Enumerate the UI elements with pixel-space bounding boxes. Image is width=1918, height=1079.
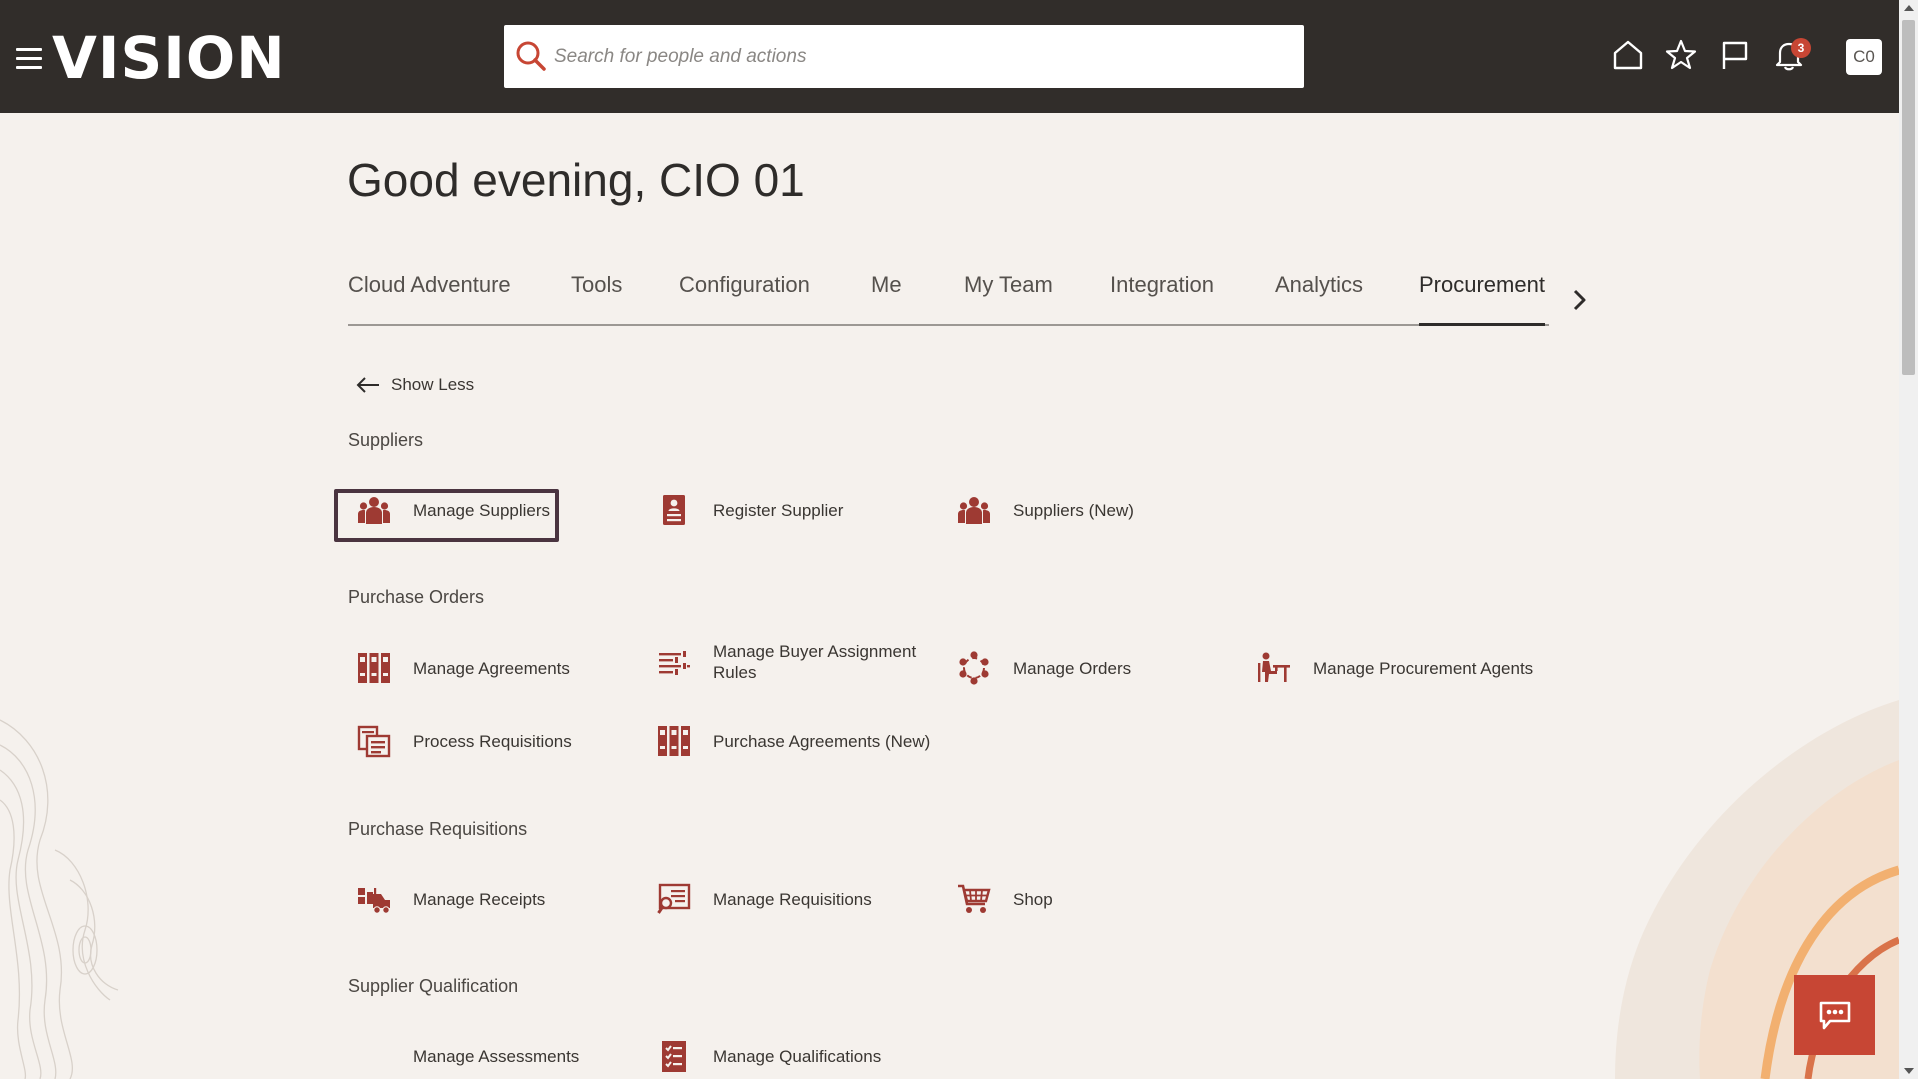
- item-manage-buyer-assignment-rules[interactable]: Manage Buyer Assignment Rules: [657, 641, 943, 683]
- supplier-group-icon: [358, 497, 390, 524]
- tab-configuration[interactable]: Configuration: [679, 272, 810, 325]
- search-input[interactable]: [554, 25, 1294, 88]
- item-label: Process Requisitions: [413, 731, 572, 751]
- tab-bar: Cloud Adventure Tools Configuration Me M…: [348, 272, 1548, 327]
- order-cycle-icon: [959, 651, 989, 685]
- item-manage-agreements[interactable]: Manage Agreements: [357, 651, 570, 685]
- binders-icon: [358, 653, 390, 683]
- section-title-purchase-requisitions: Purchase Requisitions: [348, 819, 528, 839]
- search-box[interactable]: [504, 25, 1304, 88]
- arrow-left-icon: [356, 377, 379, 393]
- section-title-supplier-qualification: Supplier Qualification: [348, 976, 519, 996]
- notification-count-badge: 3: [1791, 38, 1811, 58]
- flag-icon[interactable]: [1718, 38, 1752, 72]
- item-process-requisitions[interactable]: Process Requisitions: [357, 724, 572, 758]
- agent-desk-icon: [1258, 652, 1290, 682]
- checklist-icon: [662, 1041, 686, 1072]
- page-greeting: Good evening, CIO 01: [347, 154, 805, 206]
- chat-assistant-button[interactable]: [1794, 975, 1875, 1055]
- section-title-purchase-orders: Purchase Orders: [348, 587, 485, 607]
- shopping-cart-icon: [958, 884, 991, 913]
- item-label: Manage Qualifications: [713, 1046, 882, 1066]
- favorites-star-icon[interactable]: [1664, 38, 1698, 72]
- top-bar: VISION 3 C0: [0, 0, 1899, 113]
- item-shop[interactable]: Shop: [957, 882, 1053, 916]
- show-less-label: Show Less: [391, 375, 475, 394]
- rules-sliders-icon: [659, 651, 690, 675]
- tab-analytics[interactable]: Analytics: [1275, 272, 1363, 325]
- item-suppliers-new[interactable]: Suppliers (New): [957, 493, 1134, 527]
- item-label: Manage Requisitions: [713, 889, 872, 909]
- binders-icon: [658, 726, 690, 756]
- item-label: Manage Procurement Agents: [1313, 658, 1534, 678]
- item-manage-qualifications[interactable]: Manage Qualifications: [657, 1039, 881, 1073]
- item-manage-receipts[interactable]: Manage Receipts: [357, 882, 545, 916]
- tab-my-team[interactable]: My Team: [964, 272, 1053, 325]
- item-label: Manage Orders: [1013, 658, 1132, 678]
- vision-logo[interactable]: VISION: [52, 24, 286, 92]
- tab-procurement[interactable]: Procurement: [1419, 272, 1545, 326]
- item-label: Register Supplier: [713, 500, 844, 520]
- tab-me[interactable]: Me: [871, 272, 902, 325]
- item-label: Manage Agreements: [413, 658, 570, 678]
- item-label: Shop: [1013, 889, 1053, 909]
- home-icon[interactable]: [1611, 38, 1645, 72]
- item-label: Manage Assessments: [413, 1046, 580, 1066]
- item-label: Manage Receipts: [413, 889, 546, 909]
- search-icon: [516, 41, 546, 71]
- section-title-suppliers: Suppliers: [348, 430, 424, 450]
- tab-integration[interactable]: Integration: [1110, 272, 1214, 325]
- tab-cloud-adventure[interactable]: Cloud Adventure: [348, 272, 511, 325]
- item-manage-assessments[interactable]: Manage Assessments: [357, 1039, 579, 1073]
- scrollbar-thumb[interactable]: [1902, 20, 1915, 375]
- wood-grain-decoration: [0, 719, 119, 1079]
- tab-tools[interactable]: Tools: [571, 272, 622, 325]
- item-manage-procurement-agents[interactable]: Manage Procurement Agents: [1257, 651, 1533, 685]
- page-scrollbar[interactable]: [1899, 0, 1918, 1079]
- scroll-down-arrow-icon[interactable]: [1904, 1068, 1914, 1074]
- chat-bubble-icon: [1819, 1001, 1851, 1030]
- register-badge-icon: [663, 495, 685, 525]
- show-less-link[interactable]: Show Less: [355, 372, 474, 398]
- requisition-documents-icon: [357, 725, 391, 758]
- supplier-group-icon: [958, 497, 990, 524]
- item-manage-requisitions[interactable]: Manage Requisitions: [657, 882, 872, 916]
- item-register-supplier[interactable]: Register Supplier: [657, 493, 843, 527]
- item-purchase-agreements-new[interactable]: Purchase Agreements (New): [657, 724, 930, 758]
- item-label: Manage Buyer Assignment Rules: [713, 642, 917, 682]
- item-label: Suppliers (New): [1013, 500, 1134, 520]
- scroll-up-arrow-icon[interactable]: [1904, 5, 1914, 11]
- item-label: Purchase Agreements (New): [713, 731, 931, 751]
- item-manage-orders[interactable]: Manage Orders: [957, 651, 1131, 685]
- forklift-receipts-icon: [358, 888, 390, 914]
- item-manage-suppliers[interactable]: Manage Suppliers: [357, 493, 550, 527]
- assessments-icon-placeholder: [357, 1039, 391, 1073]
- tabs-next-chevron-icon[interactable]: [1569, 287, 1591, 313]
- hamburger-menu-icon[interactable]: [16, 48, 42, 70]
- requisition-search-icon: [657, 883, 691, 914]
- item-label: Manage Suppliers: [413, 500, 551, 520]
- user-avatar[interactable]: C0: [1846, 39, 1882, 75]
